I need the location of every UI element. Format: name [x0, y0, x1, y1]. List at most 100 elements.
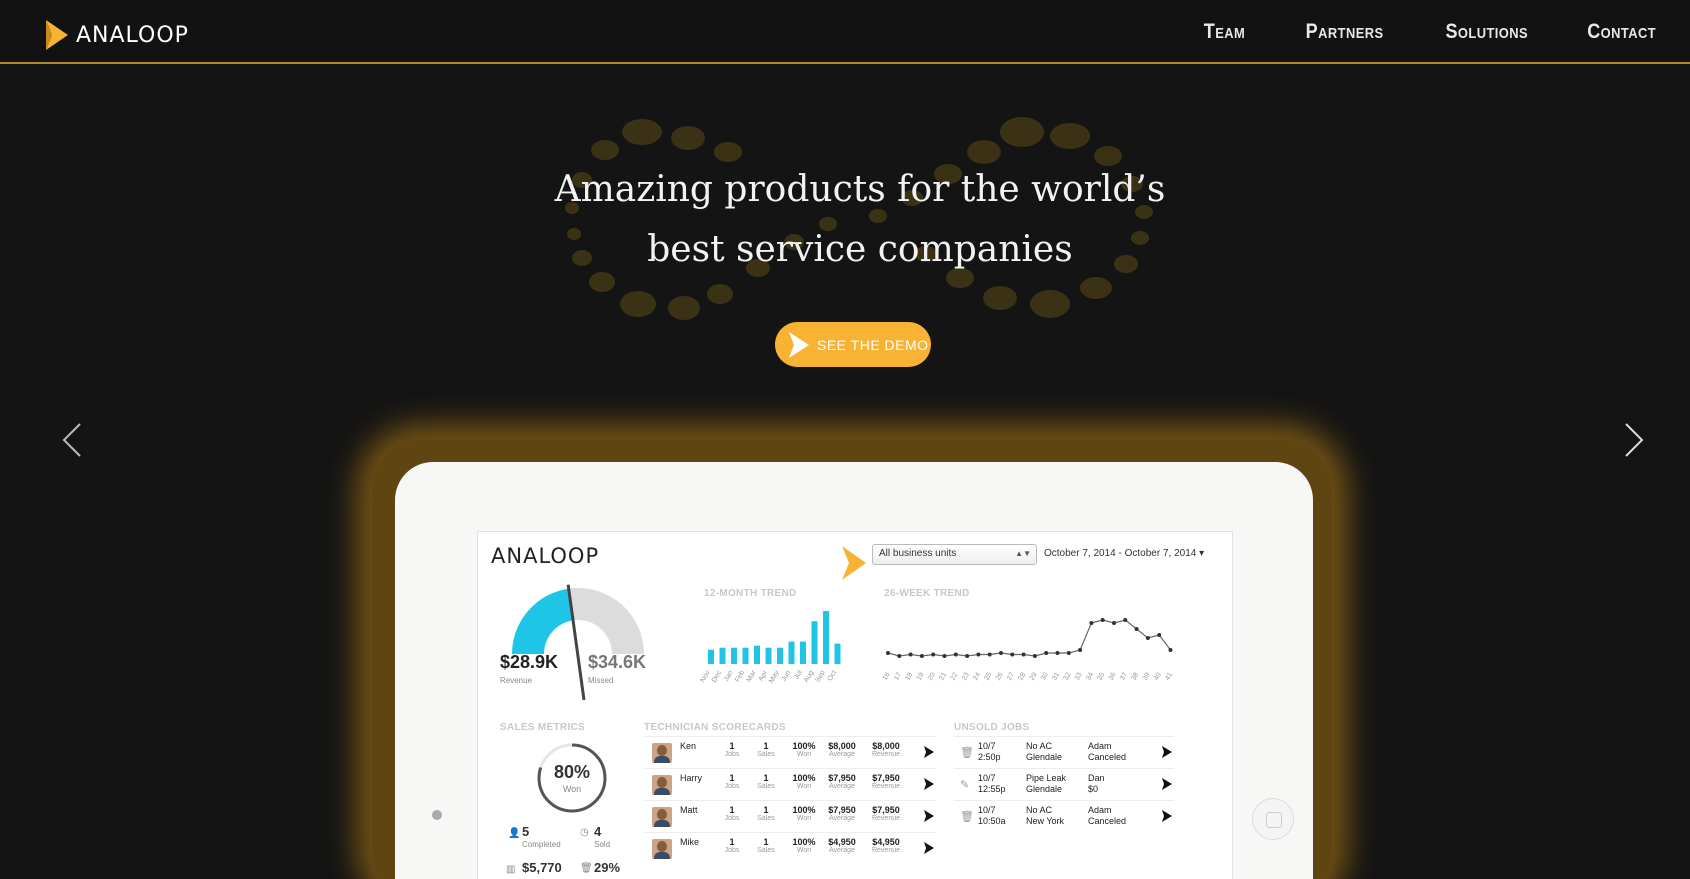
date-range-picker[interactable]: October 7, 2014 - October 7, 2014 ▾: [1044, 548, 1204, 559]
unsold-issue-line1: No AC: [1026, 805, 1053, 815]
hero-headline-line1: Amazing products for the world’s: [554, 169, 1166, 210]
trend12-bar: [708, 649, 714, 664]
trend26-point: [1055, 651, 1060, 655]
trend26-chart: 16 17 18 19 20 21 22 23 24 25 26 27 28 29 30 31 32 33 34 35…: [882, 618, 1174, 682]
trash-icon[interactable]: 🗑: [960, 746, 974, 759]
tech-won-cell: 100% Won: [784, 837, 824, 854]
percent-value: 29%: [594, 860, 621, 875]
unsold-row[interactable]: ✎ 10/7 12:55p Pipe Leak Glendale Dan $0: [954, 768, 1174, 800]
trend26-label: 35: [1096, 671, 1106, 681]
tech-row[interactable]: Harry 1 Jobs 1 Sales 100% Won $7,950 Average $7,9…: [644, 768, 936, 800]
trend26-label: 19: [916, 671, 926, 681]
trend26-label: 26: [995, 671, 1005, 681]
tech-row[interactable]: Matt 1 Jobs 1 Sales 100% Won $7,950 Average $7,95…: [644, 800, 936, 832]
trend12-label: Feb: [734, 669, 746, 683]
carousel-next-arrow-icon[interactable]: [1622, 420, 1646, 460]
trend26-point: [1145, 636, 1150, 640]
row-arrow-icon[interactable]: [923, 810, 934, 822]
see-demo-button[interactable]: SEE THE DEMO: [775, 322, 931, 367]
tech-average-label: Average: [829, 847, 855, 854]
brand-name: ANALOOP: [76, 22, 189, 48]
business-units-value: All business units: [879, 548, 957, 559]
missed-label: Missed: [588, 676, 614, 685]
carousel-prev-arrow-icon[interactable]: [60, 420, 84, 460]
business-units-select[interactable]: All business units ▲▼: [872, 544, 1037, 565]
hero-headline-line2: best service companies: [647, 229, 1073, 270]
brand-logo[interactable]: ANALOOP: [44, 20, 189, 50]
row-arrow-shape: [924, 810, 934, 822]
trend12-bar: [754, 645, 760, 664]
tech-row[interactable]: Mike 1 Jobs 1 Sales 100% Won $4,950 Average $4,95…: [644, 832, 936, 864]
row-arrow-icon[interactable]: [923, 778, 934, 790]
row-arrow-icon[interactable]: [1161, 810, 1172, 822]
unsold-issue-line1: No AC: [1026, 741, 1053, 751]
trend26-point: [919, 654, 924, 658]
trend26-point: [1123, 618, 1128, 622]
row-arrow-shape: [924, 746, 934, 758]
trend12-bar: [834, 643, 841, 664]
unsold-row[interactable]: 🗑 10/7 2:50p No AC Glendale Adam Canceled: [954, 736, 1174, 768]
amount-value: $5,770: [522, 860, 562, 875]
tech-revenue-value: $7,950: [872, 773, 900, 783]
trend26-label: 32: [1063, 671, 1073, 681]
row-arrow-icon[interactable]: [1161, 746, 1172, 758]
unsold-tech: Adam Canceled: [1088, 741, 1126, 763]
row-arrow-icon[interactable]: [923, 746, 934, 758]
unsold-issue-line2: New York: [1026, 816, 1065, 826]
row-arrow-icon[interactable]: [1161, 778, 1172, 790]
trend26-label: 22: [950, 671, 960, 681]
trend26-point: [1134, 627, 1139, 631]
tablet-home-button[interactable]: [1252, 798, 1294, 840]
tech-sales-value: 1: [763, 773, 769, 783]
trend26-point: [987, 652, 992, 657]
nav-link-partners[interactable]: Partners: [1306, 20, 1384, 44]
tech-title: TECHNICIAN SCORECARDS: [644, 722, 786, 733]
unsold-tech-line1: Adam: [1088, 805, 1112, 815]
row-arrow-shape: [1162, 810, 1172, 822]
tech-average-value: $7,950: [828, 773, 856, 783]
tech-average-label: Average: [829, 815, 855, 822]
tech-sales-cell: 1 Sales: [746, 837, 786, 854]
trend26-point: [999, 651, 1003, 655]
tech-average-cell: $4,950 Average: [822, 837, 862, 854]
trend12-label: Jul: [793, 669, 804, 681]
nav-link-team[interactable]: Team: [1204, 20, 1245, 44]
trend26-label: 27: [1006, 671, 1016, 681]
tech-revenue-label: Revenue: [871, 783, 901, 790]
row-arrow-shape: [1162, 778, 1172, 790]
tech-won-value: 100%: [792, 805, 816, 815]
unsold-issue: Pipe Leak Glendale: [1026, 773, 1066, 795]
tech-revenue-cell: $7,950 Revenue: [866, 773, 906, 790]
trend26-point: [897, 654, 902, 658]
tech-won-cell: 100% Won: [784, 773, 824, 790]
tech-name: Matt: [680, 805, 698, 815]
row-arrow-icon[interactable]: [923, 842, 934, 854]
tech-revenue-cell: $8,000 Revenue: [866, 741, 906, 758]
sales-metrics-title: SALES METRICS: [500, 722, 586, 733]
date-range-value: October 7, 2014 - October 7, 2014: [1044, 548, 1197, 559]
trend26-label: 31: [1051, 671, 1061, 681]
trend12-title: 12-MONTH TREND: [704, 588, 797, 599]
play-arrow-icon: [789, 331, 809, 358]
chart-icon: ▥: [506, 864, 516, 875]
dashboard-screen: ANALOOP All business units ▲▼ October 7,…: [477, 531, 1233, 879]
unsold-row[interactable]: 🗑 10/7 10:50a No AC New York Adam Canceled: [954, 800, 1174, 832]
unsold-time: 10/7 12:55p: [978, 773, 1006, 795]
trend12-bar: [811, 621, 818, 664]
tech-average-cell: $7,950 Average: [822, 805, 862, 822]
revenue-label: Revenue: [500, 676, 533, 685]
tech-row[interactable]: Ken 1 Jobs 1 Sales 100% Won $8,000 Average $8,000…: [644, 736, 936, 768]
tech-won-cell: 100% Won: [784, 741, 824, 758]
trash-icon[interactable]: 🗑: [960, 810, 974, 823]
row-arrow-shape: [924, 842, 934, 854]
person-icon: 👤: [508, 828, 521, 839]
nav-link-contact[interactable]: Contact: [1587, 20, 1656, 44]
nav-link-solutions[interactable]: Solutions: [1445, 20, 1528, 44]
edit-icon[interactable]: ✎: [960, 778, 969, 791]
trend26-label: 37: [1119, 671, 1129, 681]
trend12-bar: [765, 647, 772, 664]
trend12-bar: [742, 647, 749, 664]
tech-revenue-value: $7,950: [872, 805, 900, 815]
trend26-point: [1021, 652, 1026, 657]
unsold-time: 10/7 2:50p: [978, 741, 1001, 763]
